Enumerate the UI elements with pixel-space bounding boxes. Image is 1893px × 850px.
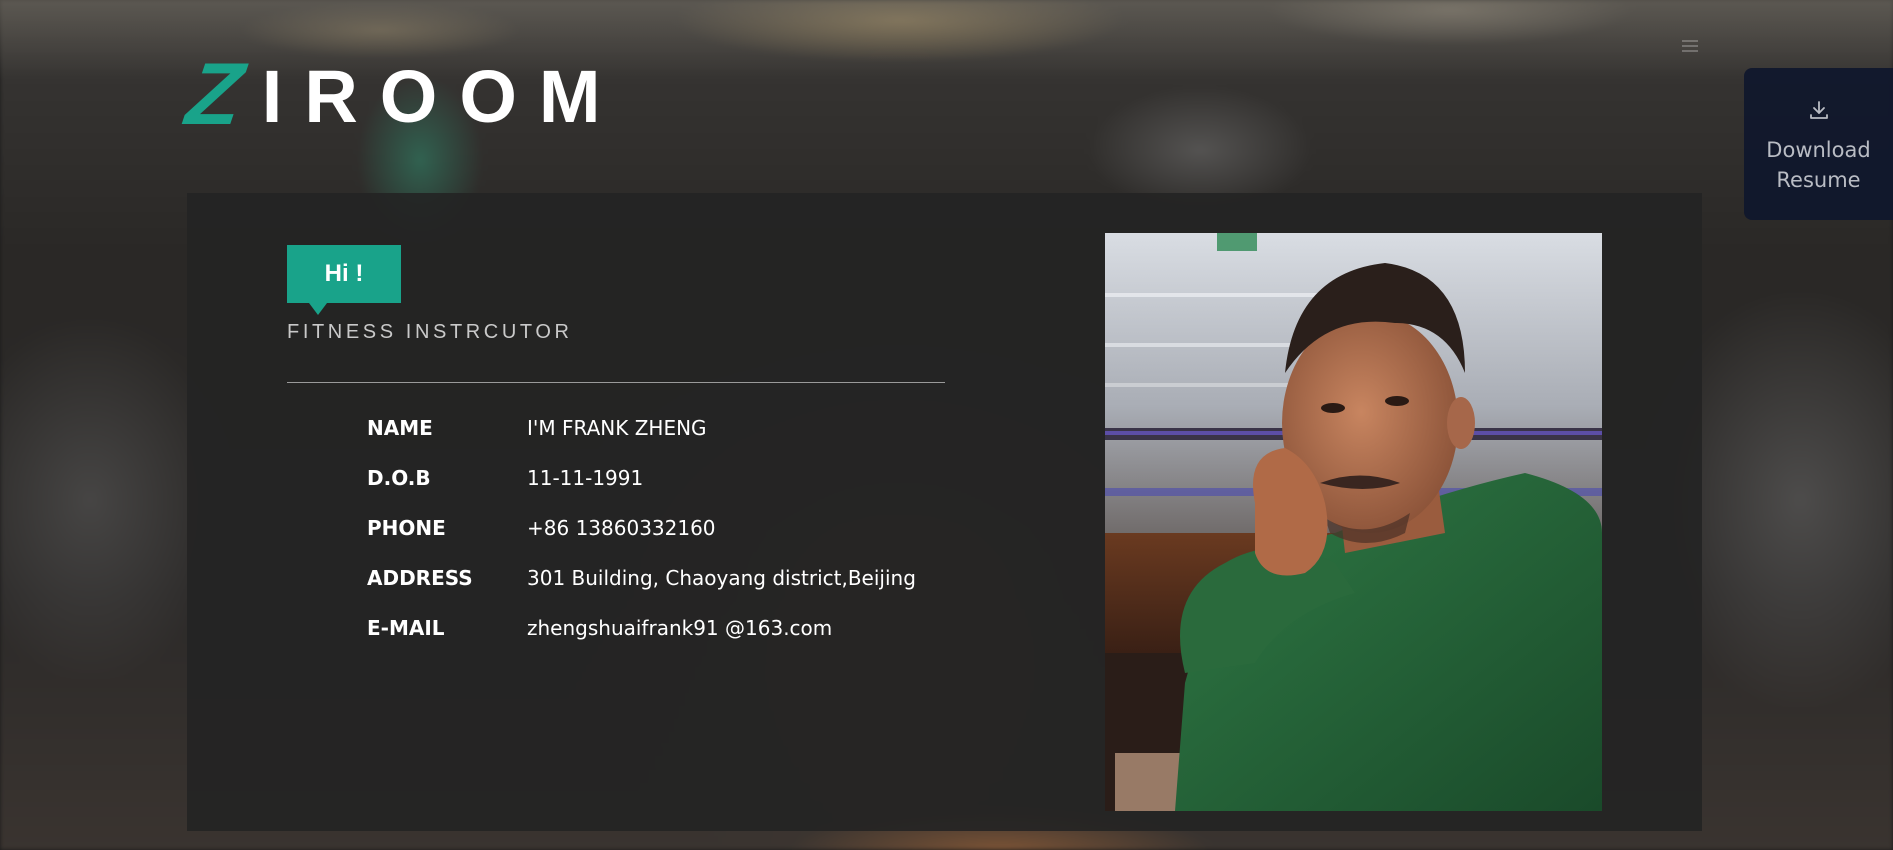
divider [287, 382, 945, 383]
download-icon [1807, 101, 1831, 126]
ziroom-logo[interactable]: Z IROOM [181, 44, 623, 143]
personal-info-list: NAME I'M FRANK ZHENG D.O.B 11-11-1991 PH… [367, 403, 916, 653]
info-label: NAME [367, 416, 433, 440]
info-value: I'M FRANK ZHENG [527, 416, 707, 440]
info-label: D.O.B [367, 466, 431, 490]
info-value: 301 Building, Chaoyang district,Beijing [527, 566, 916, 590]
download-resume-label: Download Resume [1766, 138, 1871, 192]
info-label: E-MAIL [367, 616, 445, 640]
info-row-name: NAME I'M FRANK ZHENG [367, 403, 916, 453]
info-row-address: ADDRESS 301 Building, Chaoyang district,… [367, 553, 916, 603]
resume-page: Z IROOM Download Resume Hi ! FITNESS INS… [0, 0, 1893, 850]
info-row-email: E-MAIL zhengshuaifrank91 @163.com [367, 603, 916, 653]
info-value: +86 13860332160 [527, 516, 716, 540]
info-row-dob: D.O.B 11-11-1991 [367, 453, 916, 503]
info-row-phone: PHONE +86 13860332160 [367, 503, 916, 553]
hamburger-menu-icon[interactable] [1682, 40, 1698, 52]
download-resume-button[interactable]: Download Resume [1744, 68, 1893, 220]
job-title: FITNESS INSTRCUTOR [287, 321, 573, 343]
info-label: ADDRESS [367, 566, 473, 590]
info-value: 11-11-1991 [527, 466, 644, 490]
logo-wordmark: IROOM [261, 55, 623, 138]
logo-initial: Z [181, 44, 249, 143]
profile-card: Hi ! FITNESS INSTRCUTOR NAME I'M FRANK Z… [187, 193, 1702, 831]
profile-photo [1105, 233, 1602, 811]
info-label: PHONE [367, 516, 446, 540]
greeting-badge: Hi ! [287, 245, 401, 315]
info-value: zhengshuaifrank91 @163.com [527, 616, 833, 640]
